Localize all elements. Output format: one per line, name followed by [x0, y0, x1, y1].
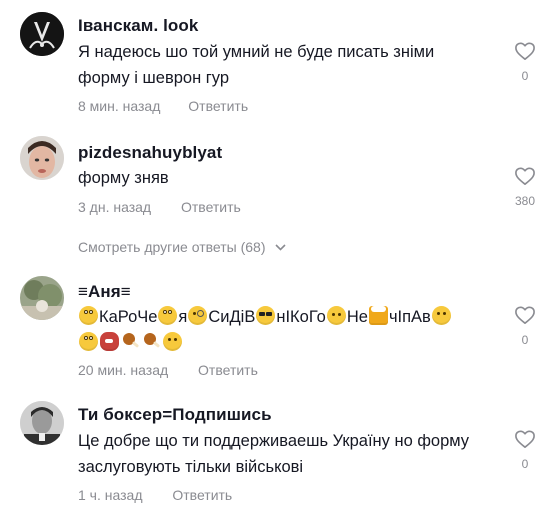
reply-button[interactable]: Ответить: [172, 487, 232, 503]
like-button[interactable]: 0: [510, 305, 540, 347]
comment-text-line: КаРоЧе я СиДіВ нІКоГо Не чІпАв: [78, 304, 498, 330]
comment-meta: 20 мин. назад Ответить: [78, 362, 258, 378]
like-count: 0: [521, 457, 529, 471]
comment-text-part: чІпАв: [388, 308, 431, 326]
like-button[interactable]: 0: [510, 41, 540, 83]
like-button[interactable]: 380: [510, 166, 540, 208]
avatar-image: [20, 401, 64, 445]
comment-text-line: [78, 330, 498, 356]
like-button[interactable]: 0: [510, 429, 540, 471]
unamused-emoji-icon: [163, 332, 182, 351]
like-count: 0: [521, 69, 529, 83]
sunglasses-emoji-icon: [256, 306, 276, 325]
comment-text-line: форму зняв: [78, 169, 169, 187]
eye-roll-emoji-icon: [79, 306, 98, 325]
reply-button[interactable]: Ответить: [181, 199, 241, 215]
comment-username[interactable]: pizdesnahuyblyat: [78, 143, 222, 163]
like-count: 380: [514, 194, 536, 208]
comment-meta: 3 дн. назад Ответить: [78, 199, 241, 215]
avatar[interactable]: [20, 401, 64, 445]
heart-outline-icon: [515, 167, 535, 185]
comment-text-line: форму і шеврон гур: [78, 69, 230, 87]
reply-button[interactable]: Ответить: [188, 98, 248, 114]
comment-text: Я надеюсь шо той умний не буде писать зн…: [78, 39, 478, 91]
poultry-leg-emoji-icon: [142, 332, 161, 351]
heart-outline-icon: [515, 430, 535, 448]
comment-text-line: заслуговують тільки військові: [78, 458, 304, 476]
comment-username[interactable]: ≡Аня≡: [78, 282, 131, 302]
heart-outline-icon: [515, 306, 535, 324]
eye-roll-emoji-icon: [158, 306, 178, 325]
comment-text: форму зняв: [78, 165, 478, 191]
like-count: 0: [521, 333, 529, 347]
monocle-emoji-icon: [188, 306, 208, 325]
poultry-leg-emoji-icon: [121, 332, 140, 351]
comment-text: Це добре що ти поддерживаешь Україну но …: [78, 428, 478, 480]
comment-text-part: Не: [346, 308, 368, 326]
comment-meta: 1 ч. назад Ответить: [78, 487, 232, 503]
comment-text-part: я: [178, 308, 188, 326]
tongue-emoji-icon: [431, 306, 451, 325]
chevron-down-icon: [275, 238, 286, 254]
comment-time: 1 ч. назад: [78, 487, 143, 503]
comment-time: 20 мин. назад: [78, 362, 169, 378]
comment-text: КаРоЧе я СиДіВ нІКоГо Не чІпАв: [78, 304, 498, 356]
comment-text-part: КаРоЧе: [99, 308, 158, 326]
avatar[interactable]: [20, 12, 64, 56]
avatar-image: [20, 276, 64, 320]
beer-emoji-icon: [368, 306, 388, 325]
reply-button[interactable]: Ответить: [198, 362, 258, 378]
view-more-replies-button[interactable]: Смотреть другие ответы (68): [78, 238, 286, 255]
comment-time: 8 мин. назад: [78, 98, 161, 114]
comment-text-part: нІКоГо: [276, 308, 326, 326]
comment-text-part: СиДіВ: [208, 308, 256, 326]
heart-outline-icon: [515, 42, 535, 60]
avatar-image: [20, 136, 64, 180]
comment-text-line: Я надеюсь шо той умний не буде писать зн…: [78, 43, 435, 61]
avatar[interactable]: [20, 136, 64, 180]
meat-emoji-icon: [100, 332, 119, 351]
eye-roll-emoji-icon: [79, 332, 98, 351]
comment-username[interactable]: Іванскам. look: [78, 16, 198, 36]
comment-username[interactable]: Ти боксер=Подпишись: [78, 405, 272, 425]
comment-meta: 8 мин. назад Ответить: [78, 98, 248, 114]
comment-time: 3 дн. назад: [78, 199, 152, 215]
avatar-image: [20, 12, 64, 56]
view-more-label: Смотреть другие ответы (68): [78, 239, 266, 255]
worried-emoji-icon: [326, 306, 346, 325]
avatar[interactable]: [20, 276, 64, 320]
comment-text-line: Це добре що ти поддерживаешь Україну но …: [78, 432, 470, 450]
